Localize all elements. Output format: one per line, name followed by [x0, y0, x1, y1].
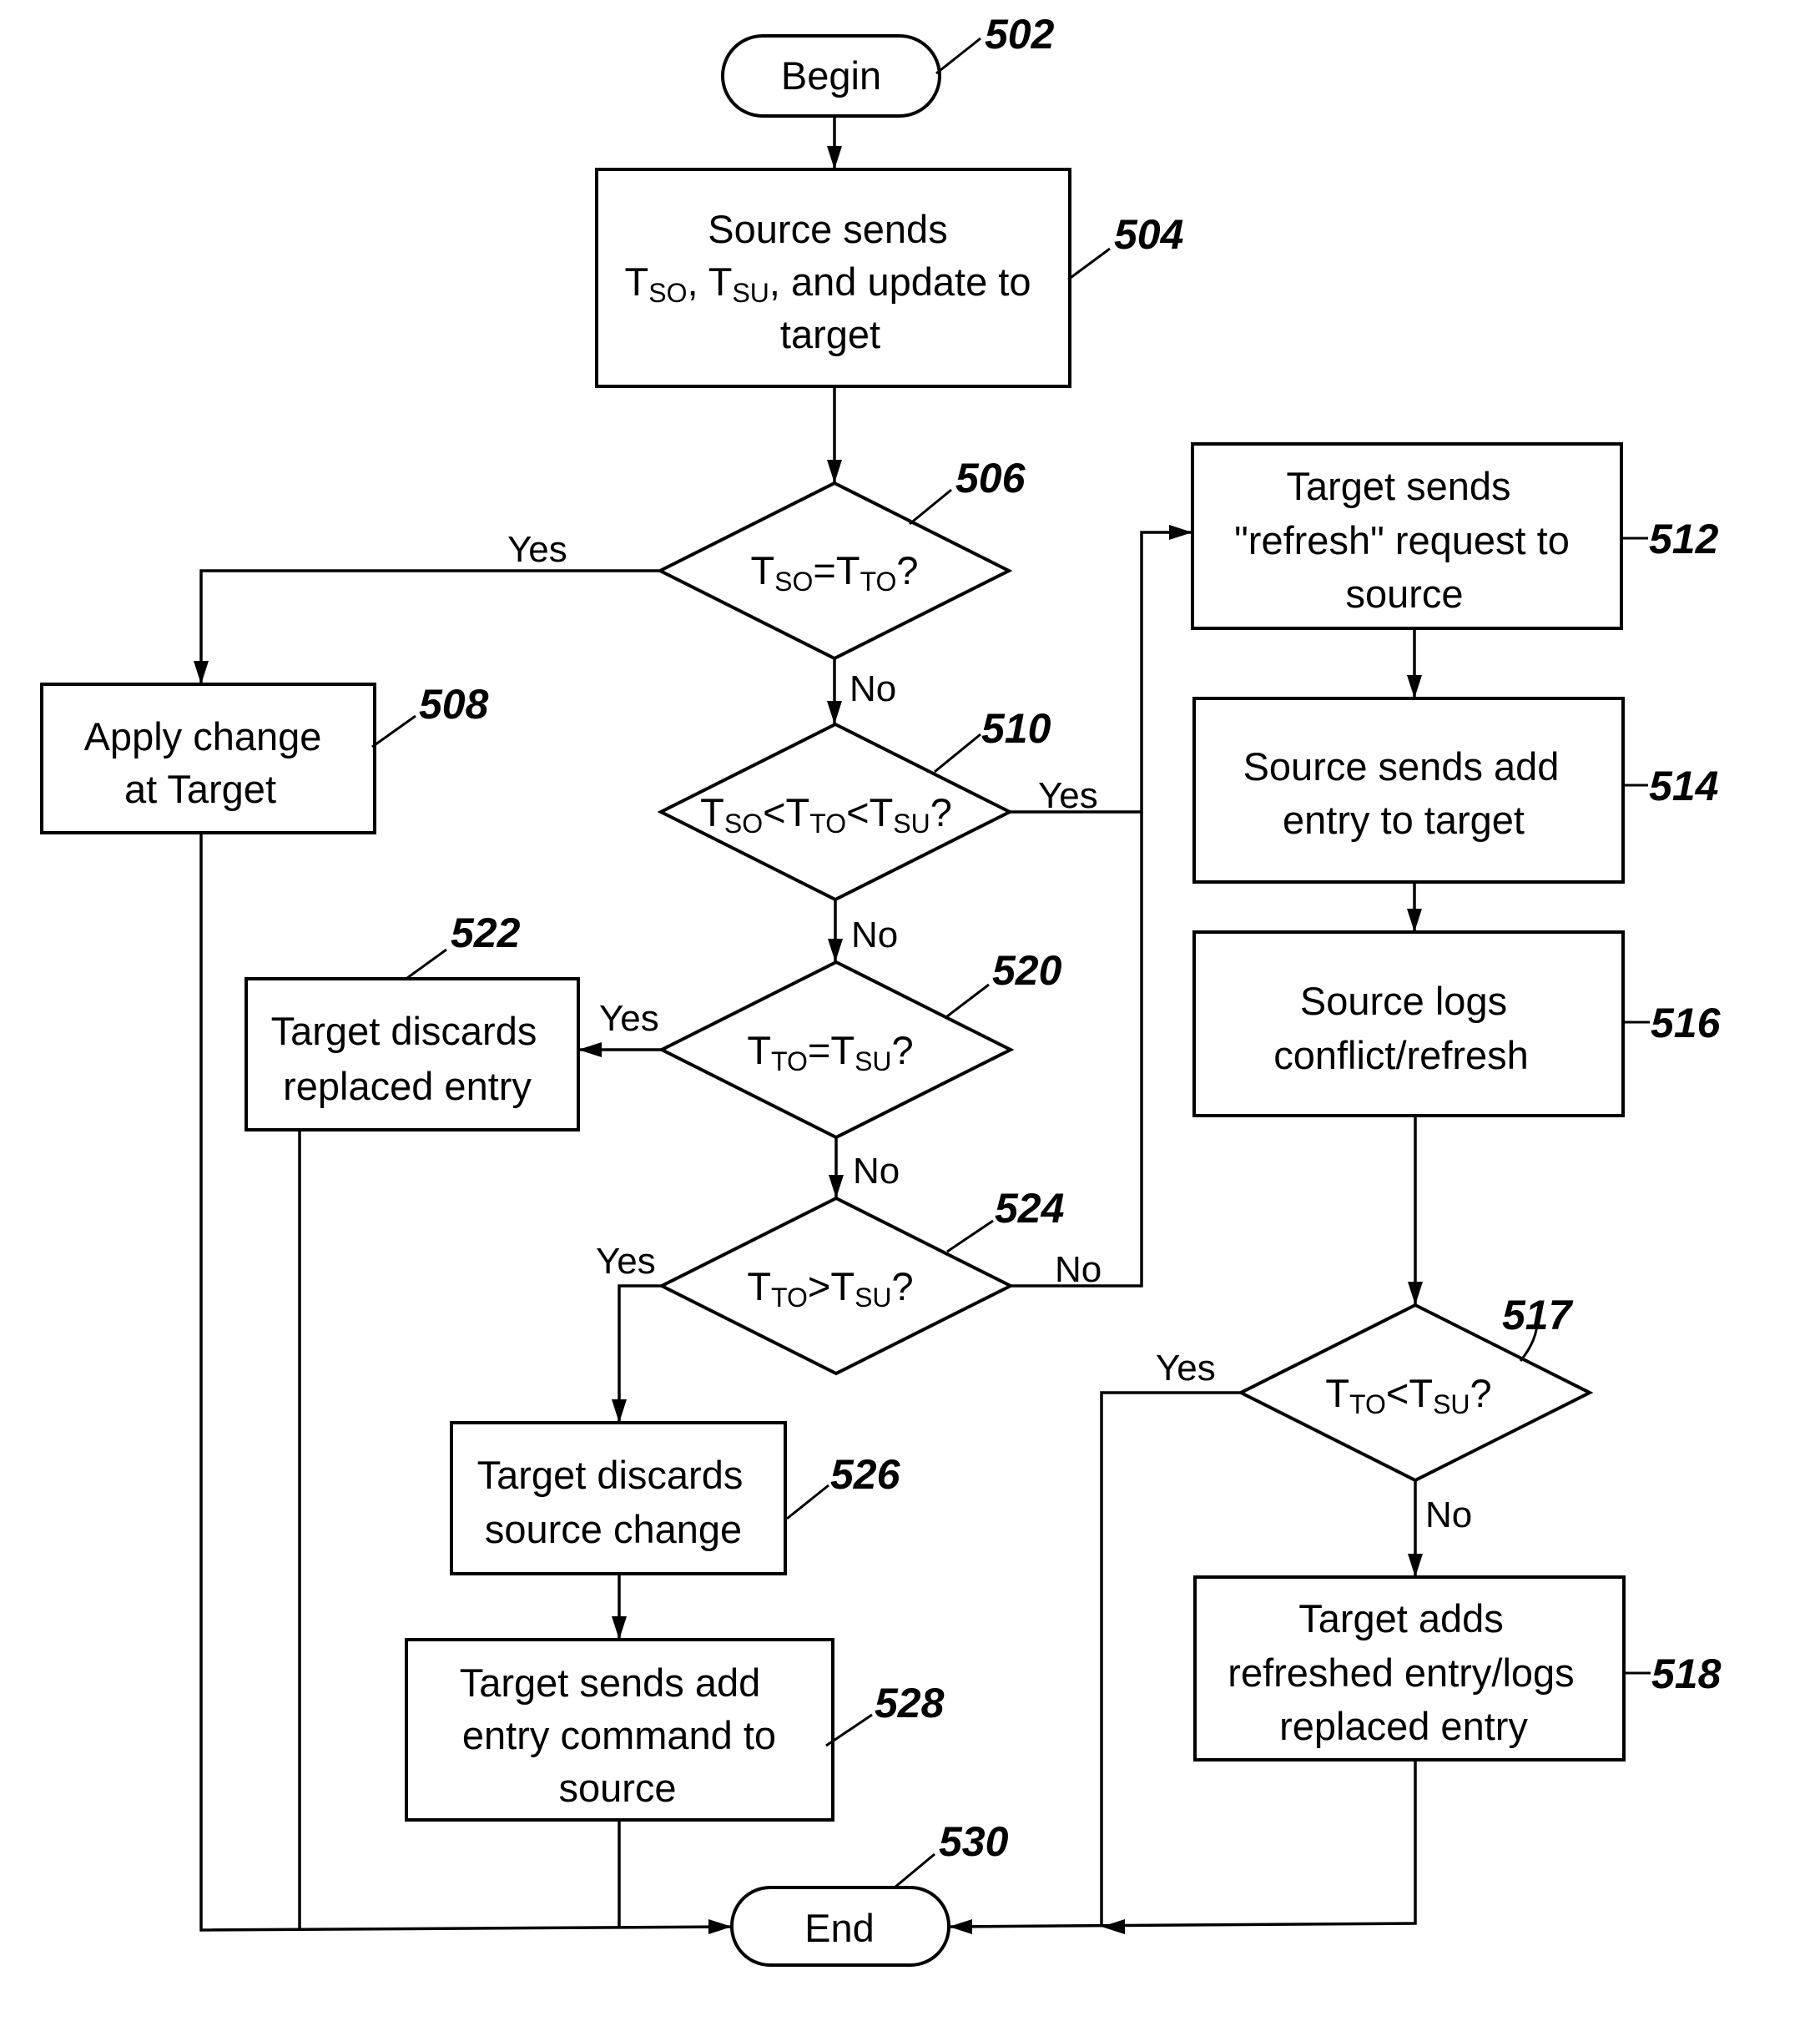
node-512-line-1: Target sends: [1286, 464, 1510, 508]
edge-510-yes-512: [1010, 531, 1192, 814]
label-524-no: No: [1055, 1249, 1102, 1290]
ref-526: 526: [830, 1451, 901, 1498]
node-504-line-1: Source sends: [708, 207, 947, 251]
edge-506-yes-508: [199, 569, 659, 684]
node-522-line-2: replaced entry: [283, 1064, 532, 1108]
node-512-line-3: source: [1345, 572, 1463, 616]
arrowhead: [1169, 525, 1192, 540]
node-518-line-1: Target adds: [1298, 1596, 1504, 1640]
arrowhead: [1407, 675, 1422, 698]
arrowhead: [1102, 1919, 1125, 1934]
node-528-line-1: Target sends add: [460, 1661, 761, 1705]
arrowhead: [612, 1399, 627, 1423]
label-517-no: No: [1425, 1494, 1472, 1535]
node-518-line-2: refreshed entry/logs: [1228, 1651, 1574, 1695]
arrowhead: [949, 1919, 972, 1934]
node-518-line-3: replaced entry: [1279, 1704, 1528, 1748]
node-516-line-2: conflict/refresh: [1273, 1033, 1529, 1077]
ref-leader: [1067, 247, 1111, 281]
arrowhead: [827, 146, 842, 169]
node-end: End 530: [730, 1818, 1009, 1967]
ref-leader: [946, 1219, 994, 1253]
node-508-apply-change: Apply change at Target 508: [40, 681, 489, 834]
arrowhead: [829, 1175, 844, 1198]
ref-502: 502: [985, 11, 1055, 58]
node-504-line-3: target: [780, 312, 880, 356]
flowchart: Begin 502 Source sends TSO, TSU, and upd…: [40, 11, 1722, 1967]
ref-510: 510: [981, 705, 1051, 752]
ref-528: 528: [875, 1680, 945, 1726]
ref-leader: [786, 1484, 829, 1520]
arrowhead: [194, 661, 209, 684]
edge-518-end: [948, 1760, 1417, 1928]
ref-506: 506: [955, 455, 1026, 501]
ref-leader: [934, 733, 981, 774]
ref-leader: [946, 983, 990, 1018]
ref-524: 524: [995, 1185, 1064, 1232]
node-522-line-1: Target discards: [271, 1009, 537, 1053]
arrowhead: [578, 1042, 602, 1057]
label-506-no: No: [850, 668, 896, 709]
node-514-line-1: Source sends add: [1243, 744, 1560, 789]
node-516-logs-conflict: Source logs conflict/refresh 516: [1192, 930, 1722, 1117]
begin-label: Begin: [781, 53, 881, 98]
node-508-line-2: at Target: [124, 767, 276, 811]
node-528-line-2: entry command to: [462, 1713, 776, 1757]
arrowhead: [1408, 1554, 1423, 1577]
node-518-adds-refreshed: Target adds refreshed entry/logs replace…: [1193, 1575, 1722, 1761]
node-514-add-entry: Source sends add entry to target 514: [1192, 697, 1718, 884]
node-526-discard-source-change: Target discards source change 526: [450, 1421, 901, 1575]
node-512-refresh-request: Target sends "refresh" request to source…: [1191, 442, 1719, 630]
node-528-send-add-entry: Target sends add entry command to source…: [405, 1638, 945, 1822]
node-528-line-3: source: [558, 1766, 676, 1810]
label-520-no: No: [853, 1151, 900, 1192]
arrowhead: [827, 701, 842, 724]
ref-522: 522: [451, 910, 521, 956]
ref-504: 504: [1114, 211, 1183, 258]
node-510-decision: TSO<TTO<TSU? 510 Yes No: [657, 705, 1098, 955]
node-514-line-2: entry to target: [1283, 798, 1525, 842]
ref-leader: [935, 37, 981, 75]
label-520-yes: Yes: [599, 998, 659, 1039]
label-524-yes: Yes: [596, 1241, 656, 1282]
arrowhead: [827, 460, 842, 483]
label-506-yes: Yes: [507, 529, 567, 570]
ref-leader: [894, 1852, 935, 1889]
ref-516: 516: [1651, 1000, 1722, 1046]
node-526-line-1: Target discards: [477, 1453, 744, 1497]
arrowhead: [708, 1919, 732, 1934]
ref-530: 530: [939, 1818, 1009, 1865]
label-510-yes: Yes: [1038, 775, 1098, 816]
node-526-line-2: source change: [485, 1507, 742, 1551]
ref-517: 517: [1502, 1292, 1574, 1338]
arrowhead: [1407, 909, 1422, 932]
ref-512: 512: [1649, 516, 1719, 562]
ref-leader: [371, 714, 416, 748]
label-510-no: No: [851, 915, 898, 955]
node-524-decision: TTO>TSU? 524 Yes No: [596, 1185, 1102, 1376]
arrowhead: [828, 939, 843, 962]
label-517-yes: Yes: [1156, 1348, 1216, 1388]
node-512-line-2: "refresh" request to: [1234, 518, 1570, 562]
ref-520: 520: [992, 947, 1062, 994]
arrowhead: [1408, 1282, 1423, 1305]
end-label: End: [804, 1906, 875, 1950]
ref-514: 514: [1649, 763, 1718, 809]
ref-leader: [406, 948, 447, 980]
node-520-decision: TTO=TSU? 520 Yes No: [599, 947, 1062, 1192]
ref-508: 508: [419, 681, 489, 728]
node-508-line-1: Apply change: [84, 714, 322, 759]
ref-518: 518: [1651, 1651, 1722, 1697]
node-504-source-sends: Source sends TSO, TSU, and update to tar…: [595, 168, 1183, 388]
arrowhead: [612, 1616, 627, 1640]
node-522-discard-replaced: Target discards replaced entry 522: [245, 910, 580, 1131]
node-517-decision: TTO<TSU? 517 Yes No: [1156, 1292, 1594, 1535]
node-begin: Begin 502: [721, 11, 1055, 118]
ref-leader: [909, 488, 952, 526]
node-506-decision: TSO=TTO? 506 Yes No: [507, 455, 1026, 709]
node-516-line-1: Source logs: [1300, 979, 1507, 1023]
